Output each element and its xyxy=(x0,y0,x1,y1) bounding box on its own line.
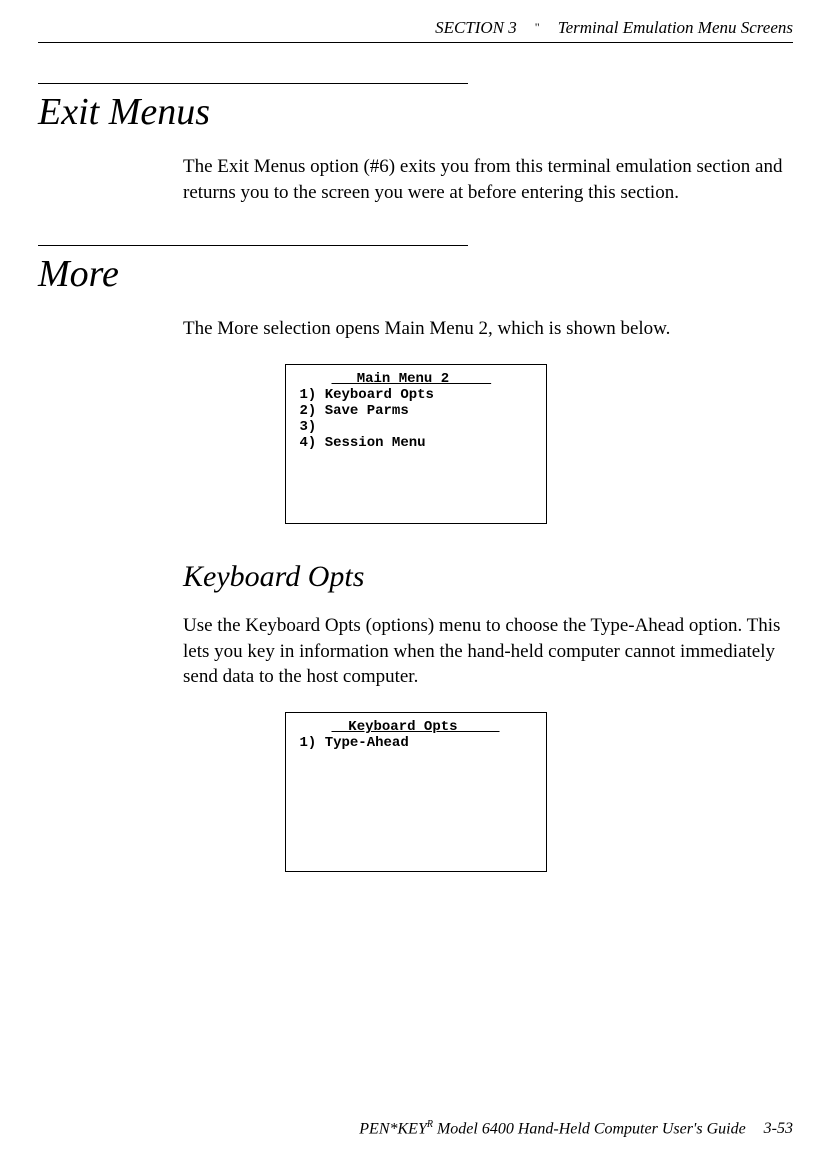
body-exit-menus: The Exit Menus option (#6) exits you fro… xyxy=(183,154,793,205)
header-bullet: " xyxy=(535,20,540,35)
footer-guide: Model 6400 Hand-Held Computer User's Gui… xyxy=(433,1120,746,1137)
screen1-line-4: 4) Session Menu xyxy=(300,435,536,451)
terminal-screen-main-menu-2: Main Menu 2 1) Keyboard Opts 2) Save Par… xyxy=(285,364,547,524)
heading-more: More xyxy=(38,252,793,296)
section-rule-1 xyxy=(38,83,468,84)
page-footer: PEN*KEYR Model 6400 Hand-Held Computer U… xyxy=(359,1119,793,1138)
screen1-line-3: 3) xyxy=(300,419,536,435)
header-section: SECTION 3 xyxy=(435,18,517,38)
footer-brand-pre: PEN*KEY xyxy=(359,1120,427,1137)
screen1-title: Main Menu 2 xyxy=(300,371,536,387)
body-more: The More selection opens Main Menu 2, wh… xyxy=(183,316,793,342)
screen2-title: Keyboard Opts xyxy=(300,719,536,735)
terminal-screen-keyboard-opts: Keyboard Opts 1) Type-Ahead xyxy=(285,712,547,872)
screen2-line-1: 1) Type-Ahead xyxy=(300,735,536,751)
footer-page-number: 3-53 xyxy=(764,1120,793,1137)
section-rule-2 xyxy=(38,245,468,246)
screen1-line-2: 2) Save Parms xyxy=(300,403,536,419)
page-header: SECTION 3 " Terminal Emulation Menu Scre… xyxy=(38,18,793,43)
heading-exit-menus: Exit Menus xyxy=(38,90,793,134)
screen1-line-1: 1) Keyboard Opts xyxy=(300,387,536,403)
heading-keyboard-opts: Keyboard Opts xyxy=(183,560,793,594)
header-title: Terminal Emulation Menu Screens xyxy=(558,18,793,38)
body-keyboard-opts: Use the Keyboard Opts (options) menu to … xyxy=(183,613,793,690)
